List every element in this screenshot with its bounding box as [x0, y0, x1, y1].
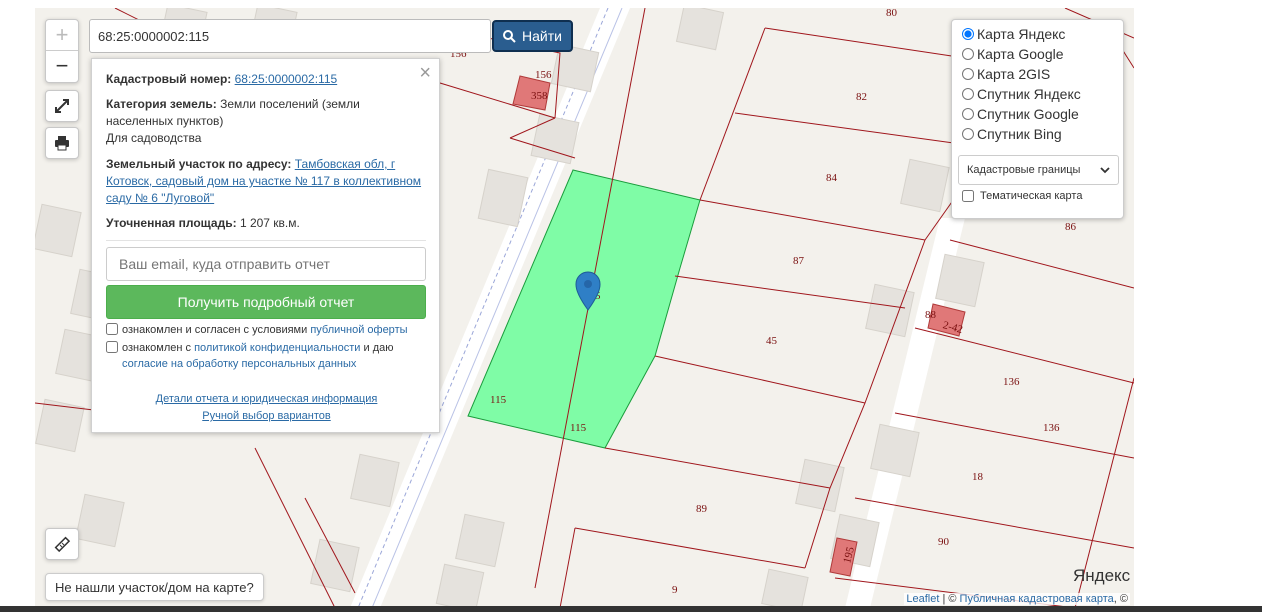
layer-radio[interactable]	[962, 68, 974, 80]
printer-icon	[55, 136, 69, 151]
address-row: Земельный участок по адресу: Тамбовская …	[106, 156, 426, 207]
layer-option-2gis-map[interactable]: Карта 2GIS	[962, 66, 1050, 82]
plot-label: 45	[766, 335, 778, 347]
plot-label: 86	[1065, 221, 1077, 233]
plot-info-popup: × Кадастровый номер: 68:25:0000002:115 К…	[91, 58, 440, 433]
manual-link-row: Ручной выбор вариантов	[92, 410, 441, 422]
privacy-policy-link[interactable]: политикой конфиденциальности	[194, 342, 360, 354]
attribution-end: , ©	[1113, 593, 1128, 605]
chevron-down-icon	[1100, 166, 1110, 173]
yandex-logo: Яндекс	[1073, 566, 1131, 585]
cadastral-number-link[interactable]: 68:25:0000002:115	[235, 72, 338, 86]
layer-radio[interactable]	[962, 128, 974, 140]
plot-label: 84	[826, 172, 838, 184]
report-details-link[interactable]: Детали отчета и юридическая информация	[156, 393, 378, 405]
details-link-row: Детали отчета и юридическая информация	[92, 393, 441, 405]
layer-option-google-satellite[interactable]: Спутник Google	[962, 106, 1079, 122]
manual-selection-link[interactable]: Ручной выбор вариантов	[202, 410, 330, 422]
offer-consent-checkbox[interactable]	[106, 323, 118, 335]
plot-label: 87	[793, 255, 805, 267]
attribution-separator: | ©	[939, 593, 960, 605]
privacy-consent-mid: и даю	[363, 342, 394, 354]
layer-option-yandex-map[interactable]: Карта Яндекс	[962, 26, 1065, 42]
land-category-row: Категория земель: Земли поселений (земли…	[106, 96, 426, 130]
layer-radio[interactable]	[962, 88, 974, 100]
area-label: Уточненная площадь:	[106, 216, 237, 230]
bottom-bar	[0, 606, 1262, 612]
offer-consent-row: ознакомлен и согласен с условиями публич…	[106, 322, 426, 338]
thematic-map-label: Тематическая карта	[980, 190, 1083, 202]
privacy-consent-row: ознакомлен с политикой конфиденциальност…	[106, 340, 426, 372]
land-use: Для садоводства	[106, 131, 202, 145]
privacy-consent-text: ознакомлен с	[122, 342, 192, 354]
layer-option-yandex-satellite[interactable]: Спутник Яндекс	[962, 86, 1081, 102]
thematic-map-checkbox[interactable]	[962, 190, 974, 202]
cadastral-search-input[interactable]	[89, 19, 491, 53]
privacy-consent-checkbox[interactable]	[106, 341, 118, 353]
zoom-control: + −	[45, 19, 79, 83]
fullscreen-button[interactable]	[45, 90, 79, 122]
zoom-out-button[interactable]: −	[46, 51, 78, 81]
plot-label: 115	[490, 394, 507, 406]
divider	[106, 240, 426, 241]
public-offer-link[interactable]: публичной оферты	[310, 324, 407, 336]
leaflet-link[interactable]: Leaflet	[906, 593, 939, 605]
plot-label: 115	[570, 422, 587, 434]
plot-label: 18	[972, 471, 984, 483]
layer-radio[interactable]	[962, 28, 974, 40]
plot-label: 358	[531, 90, 548, 102]
cadastral-number-row: Кадастровый номер: 68:25:0000002:115	[106, 71, 426, 88]
plot-label: 89	[696, 503, 708, 515]
layer-option-google-map[interactable]: Карта Google	[962, 46, 1064, 62]
cadastral-number-label: Кадастровый номер:	[106, 72, 232, 86]
map-attribution: Leaflet | © Публичная кадастровая карта,…	[904, 593, 1130, 605]
layer-option-label: Спутник Google	[977, 106, 1079, 122]
ruler-button[interactable]	[45, 528, 79, 560]
plot-label: 136	[1043, 422, 1060, 434]
zoom-in-button[interactable]: +	[46, 20, 78, 51]
area-row: Уточненная площадь: 1 207 кв.м.	[106, 215, 426, 232]
search-icon	[503, 29, 516, 43]
layer-option-label: Карта Google	[977, 46, 1064, 62]
plot-label: 90	[938, 536, 950, 548]
search-button-label: Найти	[522, 28, 562, 44]
layer-radio[interactable]	[962, 108, 974, 120]
land-category-label: Категория земель:	[106, 97, 217, 111]
overlay-select-value: Кадастровые границы	[967, 164, 1081, 176]
layer-option-label: Спутник Яндекс	[977, 86, 1081, 102]
plot-label: 80	[886, 8, 898, 19]
not-found-button[interactable]: Не нашли участок/дом на карте?	[45, 573, 264, 601]
layer-option-bing-satellite[interactable]: Спутник Bing	[962, 126, 1062, 142]
offer-consent-text: ознакомлен и согласен с условиями	[122, 324, 308, 336]
plot-label: 82	[856, 91, 867, 103]
print-button[interactable]	[45, 127, 79, 159]
plot-label: 136	[1003, 376, 1020, 388]
overlay-select[interactable]: Кадастровые границы	[958, 155, 1119, 185]
thematic-map-toggle[interactable]: Тематическая карта	[962, 190, 1082, 202]
cadastral-map-link[interactable]: Публичная кадастровая карта	[960, 593, 1114, 605]
plot-label: 88	[925, 309, 937, 321]
layer-option-label: Спутник Bing	[977, 126, 1062, 142]
personal-data-consent-link[interactable]: согласие на обработку персональных данны…	[122, 358, 356, 370]
plot-label: 156	[535, 69, 552, 81]
plot-label: 9	[672, 584, 678, 596]
expand-icon	[55, 99, 69, 113]
layer-option-label: Карта Яндекс	[977, 26, 1066, 42]
email-field[interactable]	[106, 247, 426, 281]
get-report-button[interactable]: Получить подробный отчет	[106, 285, 426, 319]
address-label: Земельный участок по адресу:	[106, 157, 292, 171]
ruler-icon	[54, 536, 71, 553]
layer-switcher: Карта Яндекс Карта Google Карта 2GIS Спу…	[951, 19, 1124, 219]
area-value: 1 207 кв.м.	[239, 216, 300, 230]
layer-option-label: Карта 2GIS	[977, 66, 1051, 82]
layer-radio[interactable]	[962, 48, 974, 60]
search-button[interactable]: Найти	[492, 20, 573, 52]
